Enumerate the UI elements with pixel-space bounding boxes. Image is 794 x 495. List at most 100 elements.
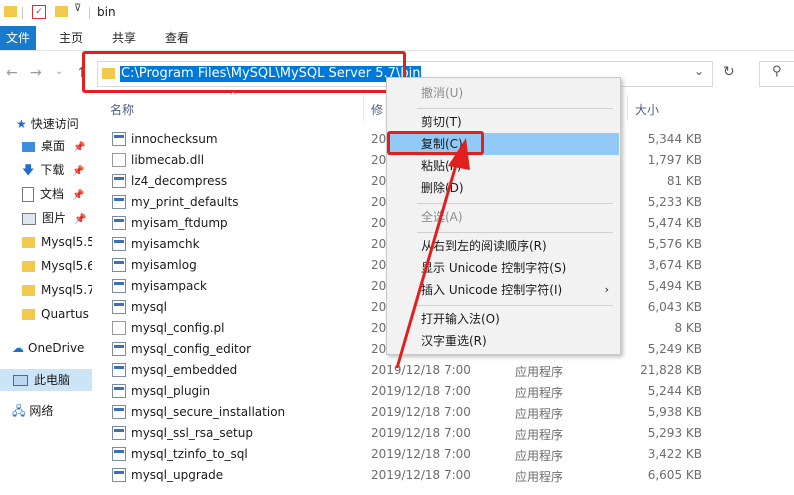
chevron-down-icon[interactable]: ⌄ <box>694 64 704 78</box>
menu-separator <box>417 108 613 109</box>
file-row[interactable]: mysql_upgrade 2019/12/18 7:00 应用程序 6,605 KB <box>110 465 794 486</box>
nav-item-desktop[interactable]: 桌面 📌 <box>22 135 85 157</box>
menu-item-cut[interactable]: 剪切(T) <box>388 111 619 133</box>
properties-check-icon[interactable]: ✓ <box>32 5 46 19</box>
application-icon <box>112 300 126 314</box>
column-header-name[interactable]: 名称 <box>110 101 134 118</box>
nav-item-label: Mysql5.7 <box>41 283 92 297</box>
customize-toolbar-icon[interactable]: ⊽ <box>74 3 81 14</box>
file-date: 2019/12/18 7:00 <box>371 468 471 482</box>
file-size: 5,244 KB <box>647 384 702 398</box>
nav-item-quartus[interactable]: Quartus <box>22 303 92 325</box>
application-icon <box>112 342 126 356</box>
file-date: 20 <box>371 342 387 356</box>
file-date: 2019/12/18 7:00 <box>371 405 471 419</box>
window-title: bin <box>97 5 116 19</box>
file-date: 2019/12/18 7:00 <box>371 384 471 398</box>
file-type: 应用程序 <box>515 407 564 421</box>
nav-item-onedrive[interactable]: ☁ OneDrive <box>12 337 84 359</box>
file-date: 20 <box>371 300 387 314</box>
file-type: 应用程序 <box>515 386 564 400</box>
menu-item-reconversion[interactable]: 汉字重选(R) <box>388 330 619 352</box>
menu-item-insert-unicode[interactable]: 插入 Unicode 控制字符(I) › <box>388 279 619 301</box>
menu-item-label: 粘贴(P) <box>421 159 462 173</box>
download-icon: 🡇 <box>22 163 35 177</box>
menu-item-label: 全选(A) <box>421 210 463 224</box>
file-date: 2019/12/18 7:00 <box>371 363 471 377</box>
nav-item-mysql57[interactable]: Mysql5.7 <box>22 279 92 301</box>
file-date: 20 <box>371 174 387 188</box>
nav-item-mysql56[interactable]: Mysql5.6 <box>22 255 92 277</box>
application-icon <box>112 237 126 251</box>
menu-item-delete[interactable]: 删除(D) <box>388 177 619 199</box>
file-row[interactable]: mysql_tzinfo_to_sql 2019/12/18 7:00 应用程序 3,… <box>110 444 794 465</box>
file-size: 5,293 KB <box>647 426 702 440</box>
file-size: 5,249 KB <box>647 342 702 356</box>
file-size: 3,674 KB <box>647 258 702 272</box>
cloud-icon: ☁ <box>12 341 24 355</box>
star-icon: ★ <box>16 117 27 131</box>
nav-item-label: 下载 <box>40 163 65 177</box>
nav-item-quick-access[interactable]: ★ 快速访问 <box>16 113 79 135</box>
menu-item-paste[interactable]: 粘贴(P) <box>388 155 619 177</box>
pin-icon: 📌 <box>74 214 87 225</box>
recent-chevron-icon[interactable]: ⌄ <box>55 66 63 77</box>
nav-item-pictures[interactable]: 图片 📌 <box>22 207 86 229</box>
application-icon <box>112 363 126 377</box>
tab-view[interactable]: 查看 <box>165 26 189 50</box>
menu-item-select-all[interactable]: 全选(A) <box>388 206 619 228</box>
menu-separator <box>417 203 613 204</box>
computer-icon <box>13 375 28 386</box>
nav-item-label: 快速访问 <box>30 117 79 131</box>
file-type: 应用程序 <box>515 470 564 484</box>
menu-item-rtl-reading[interactable]: 从右到左的阅读顺序(R) <box>388 235 619 257</box>
file-name: mysql_plugin <box>131 384 211 398</box>
refresh-icon[interactable]: ↻ <box>723 64 735 80</box>
nav-item-label: Mysql5.5 <box>41 235 92 249</box>
file-name: mysql_tzinfo_to_sql <box>131 447 248 461</box>
desktop-icon <box>22 141 35 152</box>
nav-item-label: 文档 <box>40 187 65 201</box>
application-icon <box>112 279 126 293</box>
file-name: mysql_config_editor <box>131 342 252 356</box>
tab-home[interactable]: 主页 <box>59 26 83 50</box>
column-header-size[interactable]: 大小 <box>635 101 659 118</box>
search-box[interactable]: ⚲ <box>759 61 794 87</box>
file-row[interactable]: mysql_secure_installation 2019/12/18 7:00… <box>110 402 794 423</box>
network-icon: 🖧 <box>12 404 26 418</box>
application-icon <box>112 174 126 188</box>
nav-item-mysql55[interactable]: Mysql5.5 <box>22 231 92 253</box>
application-icon <box>112 426 126 440</box>
application-icon <box>112 258 126 272</box>
file-name: mysql_config.pl <box>131 321 225 335</box>
back-arrow-icon[interactable]: ← <box>6 65 18 81</box>
file-date: 20 <box>371 132 387 146</box>
file-name: mysql_ssl_rsa_setup <box>131 426 253 440</box>
nav-item-this-pc[interactable]: 此电脑 <box>0 369 92 391</box>
file-name: mysql_upgrade <box>131 468 224 482</box>
file-name: myisam_ftdump <box>131 216 228 230</box>
nav-item-network[interactable]: 🖧 网络 <box>12 400 53 422</box>
menu-item-show-unicode[interactable]: 显示 Unicode 控制字符(S) <box>388 257 619 279</box>
menu-item-label: 汉字重选(R) <box>421 334 487 348</box>
file-size: 81 KB <box>666 174 702 188</box>
nav-item-downloads[interactable]: 🡇 下载 📌 <box>22 159 85 181</box>
menu-item-undo[interactable]: 撤消(U) <box>388 82 619 104</box>
file-row[interactable]: mysql_plugin 2019/12/18 7:00 应用程序 5,244 KB <box>110 381 794 402</box>
nav-item-label: OneDrive <box>28 341 85 355</box>
file-row[interactable]: mysql_ssl_rsa_setup 2019/12/18 7:00 应用程序 5,… <box>110 423 794 444</box>
column-header-date[interactable]: 修 <box>371 101 383 118</box>
menu-item-open-ime[interactable]: 打开输入法(O) <box>388 308 619 330</box>
file-date: 20 <box>371 237 387 251</box>
new-folder-icon[interactable] <box>55 6 68 17</box>
application-icon <box>112 405 126 419</box>
document-icon <box>22 187 34 202</box>
tab-file[interactable]: 文件 <box>0 26 37 50</box>
nav-item-documents[interactable]: 文档 📌 <box>22 183 84 205</box>
file-row[interactable]: mysql_embedded 2019/12/18 7:00 应用程序 21,828 … <box>110 360 794 381</box>
file-size: 5,233 KB <box>647 195 702 209</box>
tab-share[interactable]: 共享 <box>112 26 136 50</box>
picture-icon <box>22 212 36 225</box>
forward-arrow-icon[interactable]: → <box>30 65 42 81</box>
file-name: myisamlog <box>131 258 197 272</box>
